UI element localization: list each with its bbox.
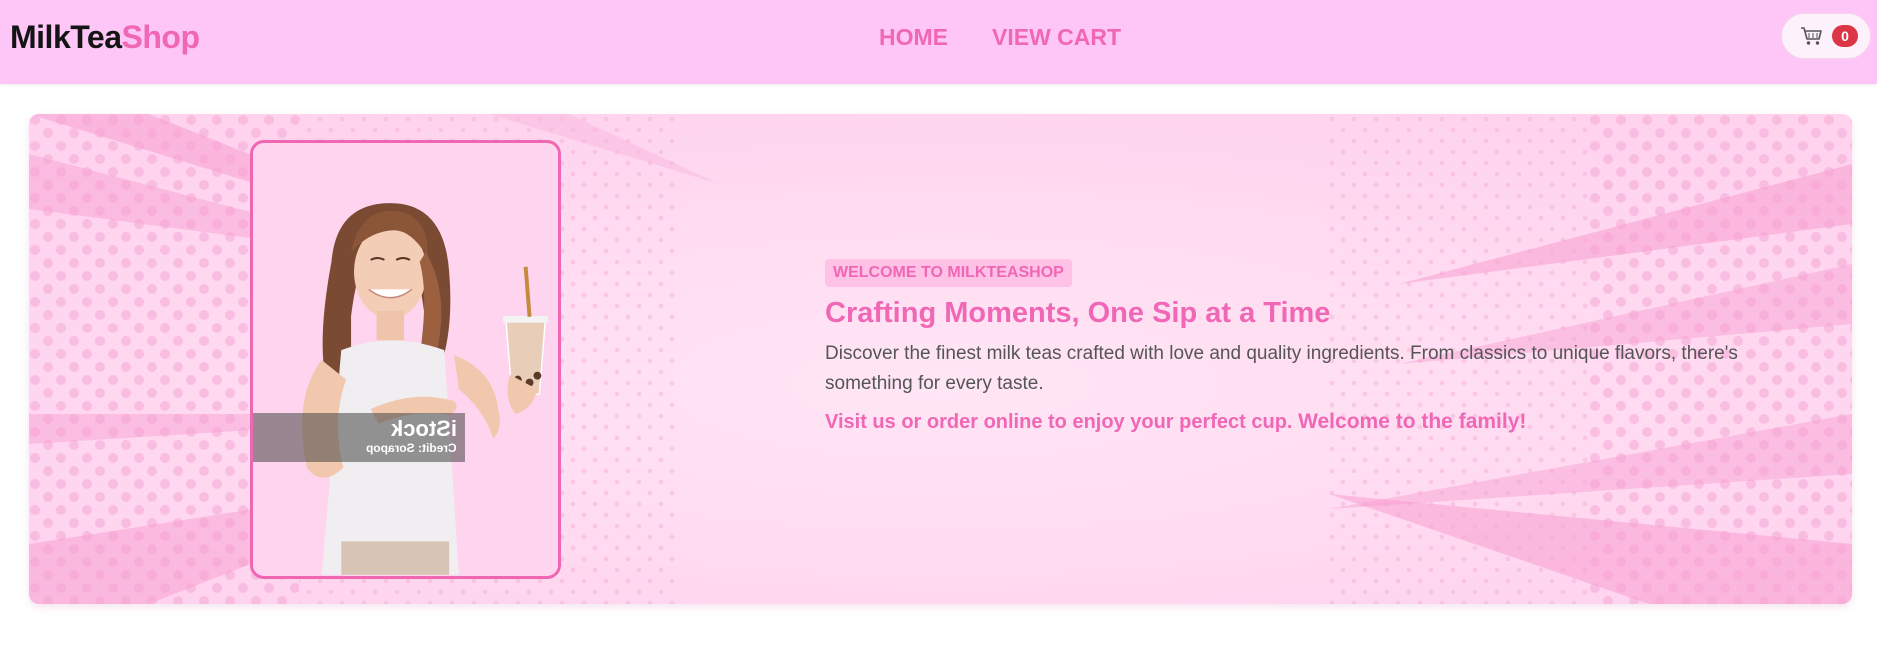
hero-cta: Visit us or order online to enjoy your p… — [825, 409, 1825, 435]
brand-name-part2: Shop — [121, 19, 200, 55]
watermark-credit: Credit: Sorapop — [366, 441, 457, 455]
welcome-badge: WELCOME TO MILKTEASHOP — [825, 259, 1072, 287]
nav-link-home[interactable]: HOME — [879, 22, 948, 52]
cart-icon — [1801, 27, 1822, 45]
hero-title: Crafting Moments, One Sip at a Time — [825, 297, 1331, 329]
image-watermark: iStock Credit: Sorapop — [253, 413, 465, 462]
hero-image: iStock Credit: Sorapop — [250, 140, 561, 579]
cart-count-badge: 0 — [1832, 25, 1858, 47]
watermark-logo: iStock — [390, 416, 457, 441]
nav-link-view-cart[interactable]: VIEW CART — [992, 22, 1121, 52]
hero-text-block: WELCOME TO MILKTEASHOP Crafting Moments,… — [825, 259, 1825, 435]
brand-name-part1: MilkTea — [10, 19, 122, 55]
brand-logo[interactable]: MilkTeaShop — [10, 18, 200, 56]
cart-button[interactable]: 0 — [1781, 13, 1871, 59]
navbar: MilkTeaShop HOME VIEW CART 0 — [0, 0, 1877, 84]
nav-links: HOME VIEW CART — [879, 22, 1121, 52]
woman-with-milk-tea-illustration — [253, 144, 558, 575]
hero-description: Discover the finest milk teas crafted wi… — [825, 343, 1738, 394]
hero-banner: iStock Credit: Sorapop WELCOME TO MILKTE… — [29, 114, 1852, 604]
hero-cta-text: Visit us or order online to enjoy your p… — [825, 411, 1293, 433]
hero-cta-strong: Welcome to the family! — [1298, 410, 1527, 433]
